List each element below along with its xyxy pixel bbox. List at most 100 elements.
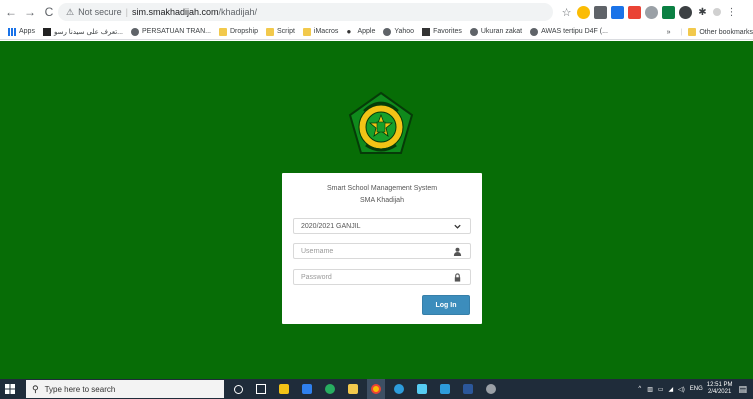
bookmark-label: AWAS tertipu D4F (...: [541, 28, 608, 35]
address-bar[interactable]: ⚠ Not secure | sim.smakhadijah.com/khadi…: [58, 3, 553, 21]
bookmark-label: Script: [277, 28, 295, 35]
bookmark-label: Ukuran zakat: [480, 28, 523, 35]
battery-icon[interactable]: ▭: [658, 386, 664, 393]
password-input[interactable]: Password: [293, 269, 471, 285]
search-icon: ⚲: [32, 383, 39, 394]
people-icon[interactable]: [321, 379, 339, 399]
globe-icon: [530, 27, 539, 36]
password-placeholder: Password: [301, 273, 332, 281]
bookmark-label: تعرف على سيدنا رسو...: [53, 28, 124, 36]
extensions-bar: ☆ ✱ ⋮: [560, 4, 742, 20]
chevron-down-icon: [454, 224, 461, 229]
selected-year: 2020/2021 GANJIL: [301, 222, 361, 230]
chevron-up-icon[interactable]: ^: [638, 386, 641, 392]
extension-icon[interactable]: [628, 5, 641, 19]
bookmark-label: Apple: [357, 28, 376, 35]
star-icon[interactable]: ☆: [560, 6, 573, 19]
edge-icon[interactable]: [390, 379, 408, 399]
forward-icon[interactable]: →: [22, 3, 38, 21]
folder-icon: [302, 27, 311, 36]
bookmark-folder[interactable]: Script: [266, 27, 295, 36]
clock-time: 12:51 PM: [706, 382, 733, 388]
bookmark-label: Yahoo: [394, 28, 415, 35]
academic-year-select[interactable]: 2020/2021 GANJIL: [293, 218, 471, 234]
puzzle-icon[interactable]: ✱: [696, 6, 709, 19]
bookmark-folder[interactable]: iMacros: [302, 27, 339, 36]
other-bookmarks-button[interactable]: Other bookmarks: [699, 29, 753, 36]
photos-icon[interactable]: [436, 379, 454, 399]
taskbar-search[interactable]: ⚲ Type here to search: [26, 380, 224, 398]
bookmark-item[interactable]: Favorites: [422, 27, 462, 36]
bookmark-label: iMacros: [313, 28, 339, 35]
login-card: Smart School Management System SMA Khadi…: [282, 173, 482, 324]
apps-icon: [8, 27, 16, 36]
bookmark-item[interactable]: ● Apple: [346, 26, 376, 36]
language-indicator[interactable]: ENG: [690, 386, 703, 392]
apple-icon: ●: [346, 26, 352, 36]
globe-icon: [383, 27, 392, 36]
extension-icon[interactable]: [662, 5, 675, 19]
start-button[interactable]: [0, 379, 20, 399]
bookmark-item[interactable]: AWAS tertipu D4F (...: [530, 27, 608, 36]
search-placeholder: Type here to search: [44, 384, 116, 394]
folder-icon: [219, 27, 227, 36]
square-icon: [422, 27, 431, 36]
extension-icon[interactable]: [679, 5, 692, 19]
security-label: Not secure: [78, 7, 122, 17]
taskbar: ⚲ Type here to search ^ ▥ ▭ ◢ ◁) ENG 12:…: [0, 379, 753, 399]
mail-icon[interactable]: [298, 379, 316, 399]
bookmark-folder[interactable]: Dropship: [219, 27, 258, 36]
folder-icon: [688, 28, 697, 36]
volume-icon[interactable]: ◁): [678, 386, 685, 393]
lock-icon: [454, 273, 461, 282]
task-view-icon[interactable]: [252, 379, 270, 399]
username-input[interactable]: Username: [293, 243, 471, 259]
settings-app-icon[interactable]: [482, 379, 500, 399]
more-bookmarks-button[interactable]: »: [667, 29, 671, 36]
user-icon: [453, 247, 462, 256]
word-icon[interactable]: [459, 379, 477, 399]
bookmark-item[interactable]: Ukuran zakat: [469, 27, 523, 36]
app-title: Smart School Management System: [326, 185, 438, 192]
bookmark-label: Apps: [19, 28, 35, 35]
profile-icon[interactable]: [713, 8, 721, 16]
bookmark-apps[interactable]: Apps: [8, 27, 35, 36]
notification-icon[interactable]: ▤: [738, 384, 747, 395]
network-app-icon[interactable]: [413, 379, 431, 399]
clock[interactable]: 12:51 PM 2/4/2021: [707, 382, 733, 396]
chrome-icon[interactable]: [367, 379, 385, 399]
site-icon: [42, 27, 51, 36]
clock-date: 2/4/2021: [707, 389, 732, 395]
extension-icon[interactable]: [594, 5, 607, 19]
login-button[interactable]: Log In: [422, 295, 470, 315]
divider: |: [680, 28, 683, 36]
reload-icon[interactable]: C: [41, 3, 57, 21]
bookmark-item[interactable]: تعرف على سيدنا رسو...: [42, 27, 124, 36]
store-icon[interactable]: [275, 379, 293, 399]
globe-icon: [469, 27, 478, 36]
bookmark-item[interactable]: PERSATUAN TRAN...: [131, 27, 211, 36]
bookmark-label: PERSATUAN TRAN...: [142, 28, 211, 35]
divider: |: [125, 7, 128, 17]
network-icon[interactable]: ▥: [647, 386, 653, 393]
file-explorer-icon[interactable]: [344, 379, 362, 399]
cortana-icon[interactable]: [229, 379, 247, 399]
extension-icon[interactable]: [645, 5, 658, 19]
page-background: Smart School Management System SMA Khadi…: [0, 41, 753, 379]
back-icon[interactable]: ←: [3, 3, 19, 21]
bookmarks-bar: Apps تعرف على سيدنا رسو... PERSATUAN TRA…: [0, 24, 753, 40]
windows-icon: [5, 384, 15, 394]
school-name: SMA Khadijah: [360, 197, 404, 204]
extension-icon[interactable]: [577, 5, 590, 19]
extension-icon[interactable]: [611, 5, 624, 19]
folder-icon: [266, 27, 275, 36]
username-placeholder: Username: [301, 247, 334, 255]
system-tray: ^ ▥ ▭ ◢ ◁) ENG 12:51 PM 2/4/2021 ▤: [638, 379, 753, 399]
menu-icon[interactable]: ⋮: [725, 6, 738, 19]
school-logo: [348, 91, 414, 154]
url-path: /khadijah/: [218, 7, 258, 17]
bookmark-item[interactable]: Yahoo: [383, 27, 415, 36]
bookmark-label: Favorites: [433, 28, 462, 35]
wifi-icon[interactable]: ◢: [669, 386, 674, 393]
globe-icon: [131, 27, 140, 36]
